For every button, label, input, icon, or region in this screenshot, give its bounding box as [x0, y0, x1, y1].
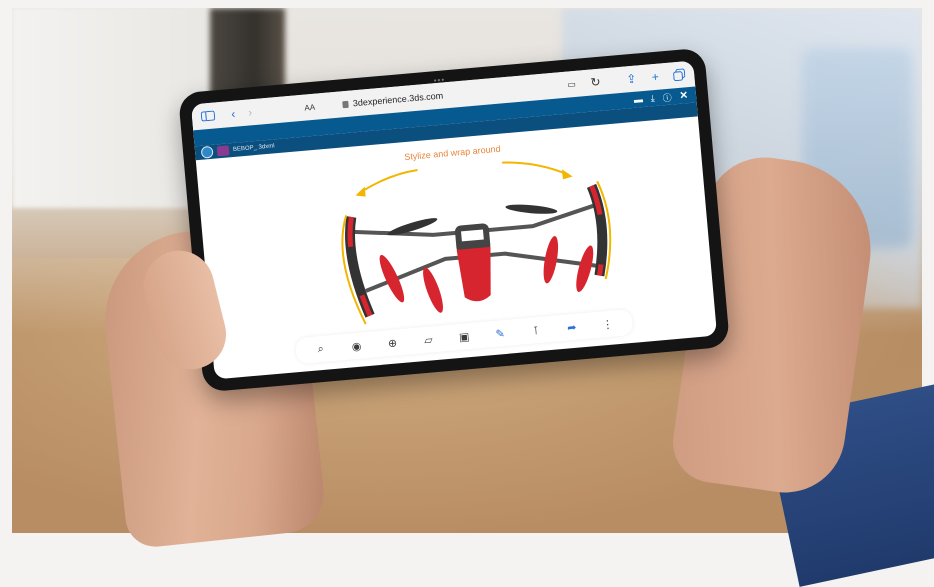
document-tab[interactable]: BEBOP_ 3dxml	[233, 143, 275, 153]
tabs-icon[interactable]	[669, 65, 689, 85]
text-size-button[interactable]: AA	[304, 102, 315, 112]
close-icon[interactable]: ✕	[679, 90, 688, 102]
share-icon[interactable]: ⇪	[622, 69, 642, 89]
download-icon[interactable]: ⤓	[650, 93, 655, 104]
compass-icon[interactable]	[200, 145, 214, 159]
reload-icon[interactable]: ↻	[586, 72, 606, 92]
cube-view-icon[interactable]: ▱	[421, 332, 436, 347]
reader-icon[interactable]: ▭	[562, 74, 582, 94]
url-text: 3dexperience.3ds.com	[352, 90, 444, 109]
tablet: ••• ‹ › AA 3dexperience.3ds.com ▭ ↻ ⇪ +	[177, 47, 731, 393]
app-icon[interactable]	[216, 145, 230, 157]
plus-icon[interactable]: +	[646, 67, 666, 87]
info-icon[interactable]: ⓘ	[662, 90, 672, 104]
eye-icon[interactable]: ◉	[349, 338, 364, 353]
back-icon[interactable]: ‹	[224, 104, 242, 123]
zoom-area-icon[interactable]: ⊕	[385, 335, 400, 350]
section-icon[interactable]: ▣	[457, 329, 472, 344]
zoom-fit-icon[interactable]: ⌕	[313, 342, 328, 357]
address-bar[interactable]: 3dexperience.3ds.com	[342, 90, 444, 109]
lock-icon	[342, 100, 350, 108]
drone-model[interactable]	[196, 116, 716, 359]
pencil-icon[interactable]: ✎	[492, 326, 507, 341]
measure-icon[interactable]: ⊺	[528, 323, 543, 338]
tablet-screen: ‹ › AA 3dexperience.3ds.com ▭ ↻ ⇪ + ▬ ⤓ …	[190, 60, 718, 380]
share-arrow-icon[interactable]: ➦	[564, 320, 579, 335]
forward-icon[interactable]: ›	[241, 103, 259, 122]
comment-icon[interactable]: ▬	[633, 94, 643, 105]
3d-viewport[interactable]: Stylize and wrap around ⌕ ◉ ⊕ ▱ ▣ ✎ ⊺ ➦ …	[196, 116, 717, 379]
sidebar-icon[interactable]	[199, 106, 217, 125]
more-icon[interactable]: ⋮	[600, 316, 615, 331]
